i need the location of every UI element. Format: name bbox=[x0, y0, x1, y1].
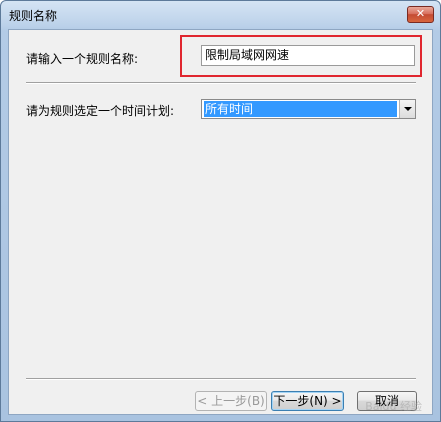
title-bar[interactable]: 规则名称 ✕ bbox=[1, 1, 440, 29]
close-button[interactable]: ✕ bbox=[407, 6, 434, 23]
rule-name-label: 请输入一个规则名称: bbox=[26, 52, 139, 66]
window-title: 规则名称 bbox=[9, 9, 58, 23]
rule-name-dialog: 规则名称 ✕ 请输入一个规则名称: 限制局域网网速 请为规则选定一个时间计划: … bbox=[0, 0, 441, 422]
schedule-label: 请为规则选定一个时间计划: bbox=[26, 104, 175, 118]
separator-bottom bbox=[26, 378, 416, 380]
schedule-select[interactable]: 所有时间 bbox=[201, 99, 416, 119]
back-button[interactable]: < 上一步(B) bbox=[195, 391, 267, 411]
watermark: Baidu 经验 bbox=[365, 400, 422, 413]
rule-name-input[interactable]: 限制局域网网速 bbox=[201, 45, 415, 66]
close-icon: ✕ bbox=[415, 7, 426, 20]
schedule-selected-value: 所有时间 bbox=[204, 101, 397, 117]
dialog-body: 请输入一个规则名称: 限制局域网网速 请为规则选定一个时间计划: 所有时间 < … bbox=[8, 29, 433, 415]
next-button[interactable]: 下一步(N) > bbox=[271, 391, 344, 411]
chevron-down-icon[interactable] bbox=[399, 100, 415, 118]
separator-top bbox=[26, 82, 416, 84]
